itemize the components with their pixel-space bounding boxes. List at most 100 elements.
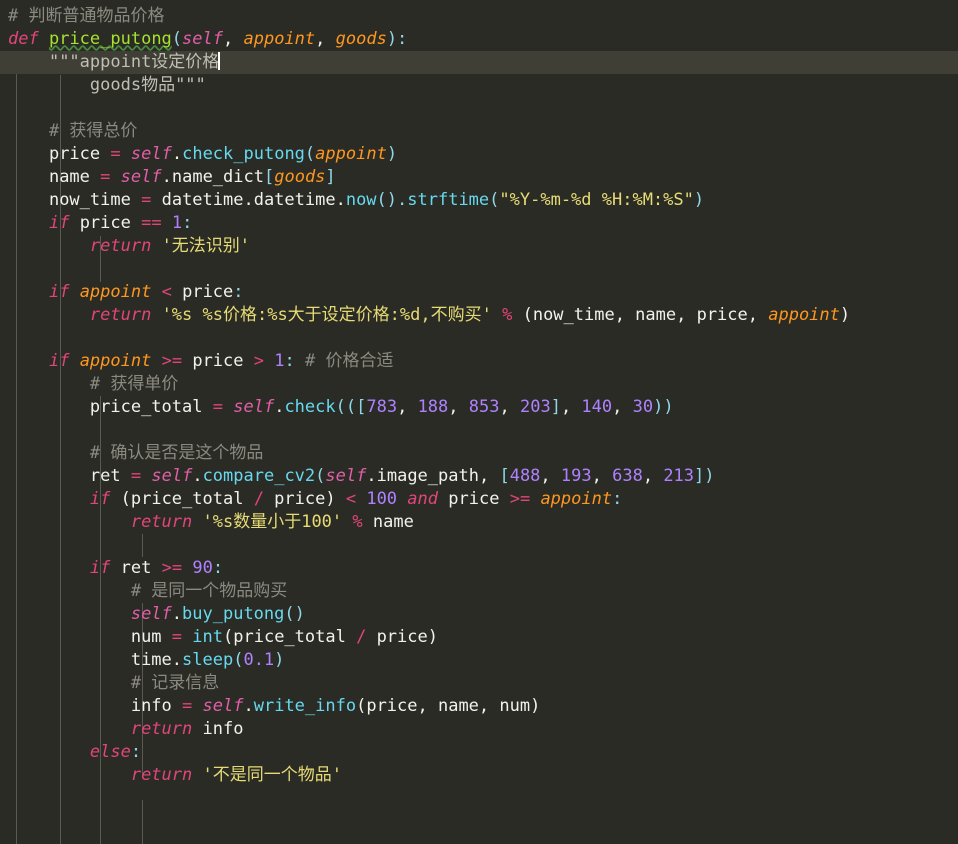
code-line[interactable]: price = self.check_putong(appoint) <box>0 143 958 166</box>
code-line-blank[interactable] <box>0 419 958 442</box>
code-line[interactable]: def price_putong(self, appoint, goods): <box>0 28 958 51</box>
code-line[interactable]: num = int(price_total / price) <box>0 626 958 649</box>
operator-assign: = <box>110 144 121 164</box>
keyword-and: and <box>407 489 439 509</box>
code-line[interactable]: goods物品""" <box>0 74 958 97</box>
code-line-blank[interactable] <box>0 327 958 350</box>
code-line[interactable]: # 确认是否是这个物品 <box>0 442 958 465</box>
number: 213 <box>663 466 695 486</box>
variable-info: info <box>202 719 244 739</box>
variable-ret: ret <box>120 558 152 578</box>
code-line[interactable]: ret = self.compare_cv2(self.image_path, … <box>0 465 958 488</box>
docstring-text: """appoint设定价格 <box>48 52 220 72</box>
comment-text: # 是同一个物品购买 <box>130 581 288 601</box>
code-line[interactable]: if appoint < price: <box>0 281 958 304</box>
dot: . <box>171 604 183 624</box>
parens: () <box>284 604 305 624</box>
method-write-info: write_info <box>253 696 357 716</box>
number: 853 <box>468 397 500 417</box>
docstring-text: goods物品""" <box>89 75 206 95</box>
code-line-blank[interactable] <box>0 534 958 557</box>
code-line[interactable]: name = self.name_dict[goods] <box>0 166 958 189</box>
code-line[interactable]: if appoint >= price > 1: # 价格合适 <box>0 350 958 373</box>
code-line[interactable]: # 获得单价 <box>0 373 958 396</box>
code-line[interactable]: # 判断普通物品价格 <box>0 5 958 28</box>
comma: , <box>315 29 336 49</box>
attr-image-path: image_path <box>376 466 479 486</box>
code-content[interactable]: # 判断普通物品价格 def price_putong(self, appoin… <box>0 0 958 787</box>
code-line[interactable]: return '%s %s价格:%s大于设定价格:%d,不购买' % (now_… <box>0 304 958 327</box>
code-line-current[interactable]: """appoint设定价格 <box>0 51 958 74</box>
param-goods: goods <box>335 29 387 49</box>
bracket-open: [ <box>263 167 275 187</box>
expression: price) <box>366 627 438 647</box>
comment-text: # 记录信息 <box>130 673 220 693</box>
code-line[interactable]: else: <box>0 741 958 764</box>
self-ref: self <box>151 466 193 486</box>
operator-assign: = <box>171 627 183 647</box>
code-line[interactable]: if ret >= 90: <box>0 557 958 580</box>
comma: , <box>642 466 664 486</box>
dot: . <box>274 397 285 417</box>
code-line[interactable]: # 记录信息 <box>0 672 958 695</box>
variable-num: num <box>130 627 162 647</box>
operator-assign: = <box>100 167 111 187</box>
number: 488 <box>509 466 541 486</box>
keyword-if: if <box>89 489 111 509</box>
colon: : <box>612 489 623 509</box>
operator-format: % <box>352 512 363 532</box>
comma: , <box>478 466 500 486</box>
number: 140 <box>581 397 613 417</box>
code-editor[interactable]: # 判断普通物品价格 def price_putong(self, appoin… <box>0 0 958 844</box>
code-line[interactable]: time.sleep(0.1) <box>0 649 958 672</box>
code-line[interactable]: self.buy_putong() <box>0 603 958 626</box>
keyword-if: if <box>48 351 70 371</box>
code-line[interactable]: return info <box>0 718 958 741</box>
code-line[interactable]: # 是同一个物品购买 <box>0 580 958 603</box>
code-line-blank[interactable] <box>0 97 958 120</box>
key-goods: goods <box>274 167 326 187</box>
code-line[interactable]: return '%s数量小于100' % name <box>0 511 958 534</box>
code-line[interactable]: # 获得总价 <box>0 120 958 143</box>
colon: : <box>233 282 244 302</box>
operator-divide: / <box>253 489 264 509</box>
method-compare-cv2: compare_cv2 <box>202 466 316 486</box>
paren-open: ( <box>304 144 316 164</box>
paren-open: ( <box>315 466 326 486</box>
code-line-blank[interactable] <box>0 258 958 281</box>
paren-close-colon: ): <box>386 29 408 49</box>
code-line[interactable]: now_time = datetime.datetime.now().strft… <box>0 189 958 212</box>
code-line[interactable]: return '不是同一个物品' <box>0 764 958 787</box>
code-line[interactable]: return '无法识别' <box>0 235 958 258</box>
paren-close: ) <box>693 190 705 210</box>
code-line[interactable]: if (price_total / price) < 100 and price… <box>0 488 958 511</box>
code-line[interactable]: if price == 1: <box>0 212 958 235</box>
code-line[interactable]: info = self.write_info(price, name, num) <box>0 695 958 718</box>
code-line[interactable]: price_total = self.check(([783, 188, 853… <box>0 396 958 419</box>
comma: , <box>397 397 418 417</box>
method-buy-putong: buy_putong <box>182 604 285 624</box>
variable-price: price <box>48 144 101 164</box>
function-name: price_putong <box>48 29 172 49</box>
paren-close: ) <box>274 650 285 670</box>
